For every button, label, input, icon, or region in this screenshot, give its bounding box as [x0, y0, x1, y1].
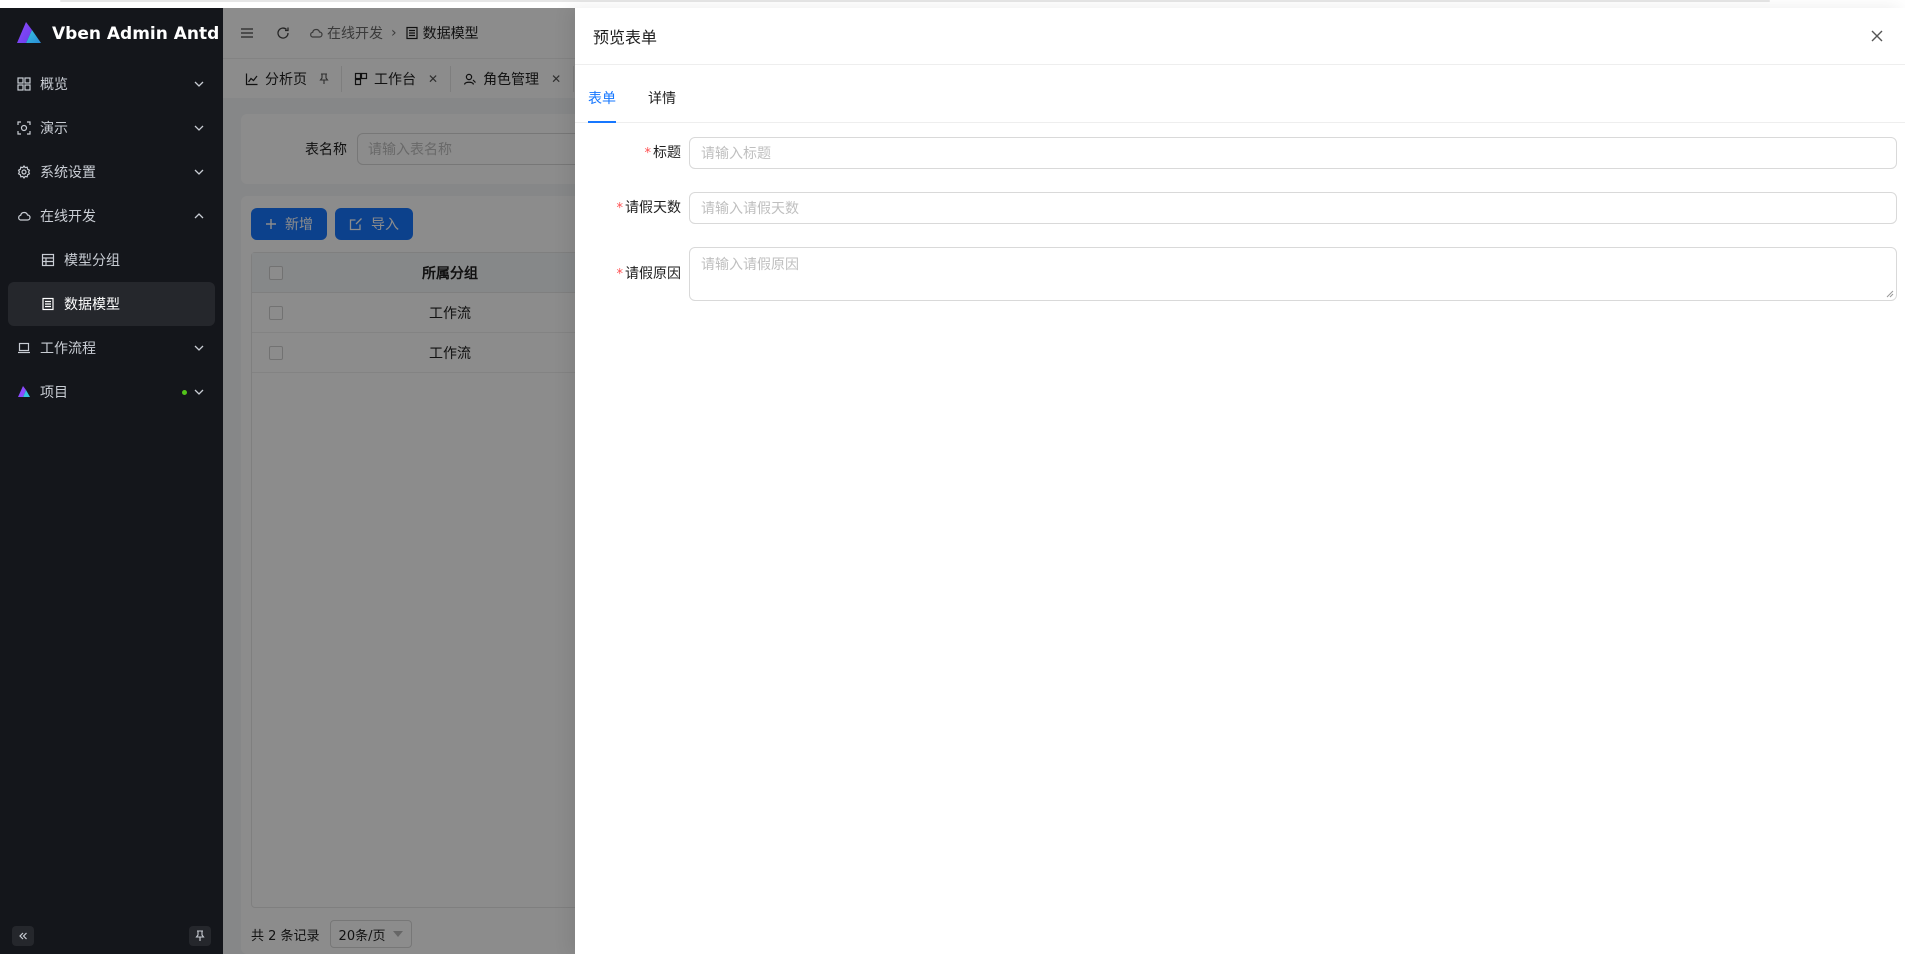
drawer-mask[interactable] [223, 8, 575, 954]
status-dot [182, 389, 187, 395]
required-mark: * [616, 201, 624, 216]
leave-reason-textarea[interactable]: 请输入请假原因 [689, 247, 1897, 301]
preview-form-drawer: 预览表单 表单 详情 * 标题 请输入标题 * 请假天数 请输入请假天数 * 请假原因… [575, 8, 1905, 954]
project-logo-icon [16, 384, 32, 400]
chevron-down-icon [193, 386, 205, 398]
preview-form: * 标题 请输入标题 * 请假天数 请输入请假天数 * 请假原因 请输入请假原因 [575, 123, 1905, 302]
input-placeholder: 请输入标题 [701, 146, 771, 162]
sidebar: Vben Admin Antd 概览 演示 系统设置 在线开发 模型分组 数据模… [0, 8, 223, 954]
form-row-leave-reason: * 请假原因 请输入请假原因 [575, 247, 1905, 302]
close-icon [1871, 30, 1883, 42]
input-placeholder: 请输入请假原因 [701, 257, 799, 273]
chevron-down-icon [193, 78, 205, 90]
drawer-tabs: 表单 详情 [575, 65, 1905, 123]
title-input[interactable]: 请输入标题 [689, 137, 1897, 169]
sidebar-item-label: 模型分组 [64, 253, 120, 269]
pin-sidebar-button[interactable] [189, 926, 211, 946]
sidebar-item-workflow[interactable]: 工作流程 [0, 326, 223, 370]
sidebar-item-system-settings[interactable]: 系统设置 [0, 150, 223, 194]
field-label: * 请假天数 [616, 200, 682, 216]
scroll-indicator [60, 0, 1770, 2]
sidebar-item-overview[interactable]: 概览 [0, 62, 223, 106]
sidebar-item-label: 演示 [40, 121, 68, 137]
tab-detail[interactable]: 详情 [648, 88, 676, 122]
resize-grip-icon [1886, 290, 1894, 298]
close-drawer-button[interactable] [1867, 26, 1887, 46]
sidebar-item-project[interactable]: 项目 [0, 370, 223, 414]
double-chevron-left-icon [19, 932, 27, 940]
collapse-sidebar-button[interactable] [12, 926, 34, 946]
tab-form[interactable]: 表单 [588, 88, 616, 123]
sidebar-item-model-group[interactable]: 模型分组 [0, 238, 223, 282]
field-label: * 标题 [644, 145, 682, 161]
sidebar-item-label: 在线开发 [40, 209, 96, 225]
laptop-icon [16, 340, 32, 356]
form-row-title: * 标题 请输入标题 [575, 137, 1905, 170]
leave-days-input[interactable]: 请输入请假天数 [689, 192, 1897, 224]
sidebar-item-label: 工作流程 [40, 341, 96, 357]
browser-top-strip [0, 0, 1905, 8]
pin-icon [195, 930, 205, 941]
chevron-down-icon [193, 166, 205, 178]
sidebar-item-online-dev[interactable]: 在线开发 [0, 194, 223, 238]
sidebar-item-data-model[interactable]: 数据模型 [8, 282, 215, 326]
required-mark: * [616, 267, 624, 282]
online-dev-submenu: 模型分组 数据模型 [0, 238, 223, 326]
chevron-down-icon [193, 122, 205, 134]
table-icon [40, 252, 56, 268]
gear-icon [16, 164, 32, 180]
dashboard-icon [16, 76, 32, 92]
chevron-up-icon [193, 210, 205, 222]
input-placeholder: 请输入请假天数 [701, 201, 799, 217]
sidebar-menu: 概览 演示 系统设置 在线开发 模型分组 数据模型 工作流程 项目 [0, 62, 223, 414]
app-logo[interactable]: Vben Admin Antd [0, 8, 223, 60]
sidebar-footer [0, 918, 223, 954]
required-mark: * [644, 146, 652, 161]
form-row-leave-days: * 请假天数 请输入请假天数 [575, 192, 1905, 225]
sidebar-item-label: 数据模型 [64, 297, 120, 313]
drawer-title: 预览表单 [593, 28, 658, 47]
sidebar-item-demo[interactable]: 演示 [0, 106, 223, 150]
demo-icon [16, 120, 32, 136]
cloud-icon [16, 208, 32, 224]
field-label: * 请假原因 [616, 266, 682, 282]
app-title: Vben Admin Antd [52, 24, 220, 44]
chevron-down-icon [193, 342, 205, 354]
sidebar-item-label: 系统设置 [40, 165, 96, 181]
drawer-header: 预览表单 [575, 8, 1905, 65]
sidebar-item-label: 概览 [40, 77, 68, 93]
list-icon [40, 296, 56, 312]
sidebar-item-label: 项目 [40, 385, 68, 401]
vben-logo-icon [14, 19, 44, 49]
